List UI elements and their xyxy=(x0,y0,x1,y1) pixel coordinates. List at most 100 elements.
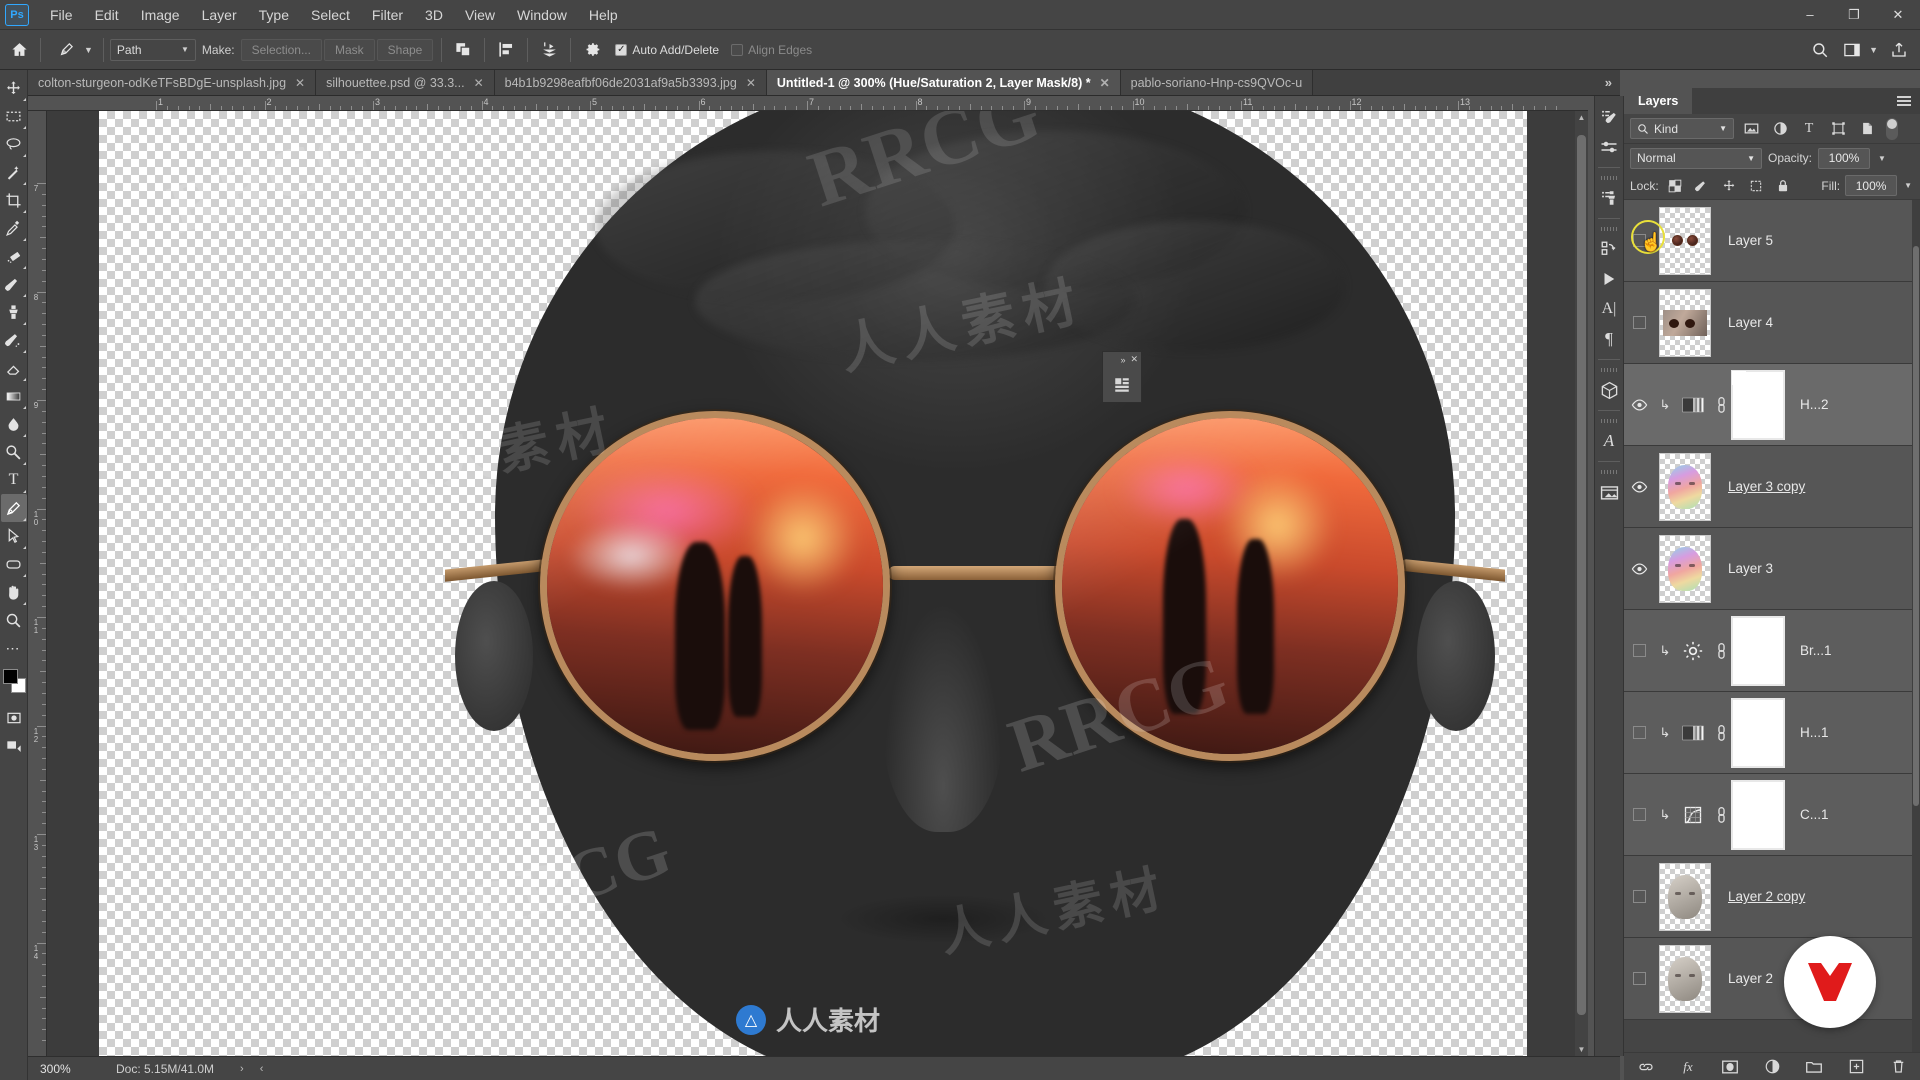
layer-row[interactable]: ☝ Layer 5 xyxy=(1624,200,1920,282)
history-brush-tool[interactable] xyxy=(1,326,27,354)
scroll-down-icon[interactable]: ▼ xyxy=(1575,1043,1588,1056)
layer-thumbnail-cell[interactable] xyxy=(1654,288,1716,357)
eyedropper-tool[interactable] xyxy=(1,214,27,242)
zoom-tool[interactable] xyxy=(1,606,27,634)
document-artboard[interactable]: RRCG RRCG 人人素材 人人素材 RRCG RRCG 人人素材 人人素材 … xyxy=(47,111,1569,1056)
layer-thumbnail-cell[interactable] xyxy=(1654,452,1716,521)
hand-tool[interactable] xyxy=(1,578,27,606)
new-group-icon[interactable] xyxy=(1804,1057,1824,1077)
rectangular-marquee-tool[interactable] xyxy=(1,102,27,130)
path-alignment-icon[interactable] xyxy=(491,36,521,64)
add-layer-mask-icon[interactable] xyxy=(1720,1057,1740,1077)
rectangle-tool[interactable] xyxy=(1,550,27,578)
tool-preset-picker[interactable]: ▼ xyxy=(47,36,97,64)
layer-thumbnail[interactable] xyxy=(1659,944,1711,1013)
menu-window[interactable]: Window xyxy=(506,3,578,27)
new-fill-adjustment-layer-icon[interactable] xyxy=(1762,1057,1782,1077)
menu-filter[interactable]: Filter xyxy=(361,3,414,27)
scrollbar-thumb[interactable] xyxy=(1577,135,1586,1015)
lasso-tool[interactable] xyxy=(1,130,27,158)
shape-layer-filter-icon[interactable] xyxy=(1826,118,1850,140)
close-icon[interactable]: ✕ xyxy=(474,76,484,90)
filter-toggle-switch[interactable] xyxy=(1886,117,1898,140)
glyphs-panel-icon[interactable]: A xyxy=(1595,426,1623,456)
lock-artboard-nesting-icon[interactable] xyxy=(1745,176,1767,196)
layer-thumbnail[interactable] xyxy=(1659,862,1711,931)
actions-panel-icon[interactable] xyxy=(1595,264,1623,294)
layer-name[interactable]: C...1 xyxy=(1784,807,1829,822)
layer-thumbnail-cell[interactable] xyxy=(1654,862,1716,931)
search-icon[interactable] xyxy=(1805,36,1835,64)
foreground-color-swatch[interactable] xyxy=(2,669,18,684)
libraries-panel-icon[interactable] xyxy=(1595,477,1623,507)
link-layers-icon[interactable] xyxy=(1636,1057,1656,1077)
layer-thumbnail[interactable] xyxy=(1659,534,1711,603)
status-next-icon[interactable]: › xyxy=(240,1063,244,1075)
menu-layer[interactable]: Layer xyxy=(191,3,248,27)
chevron-down-icon[interactable]: ▼ xyxy=(1876,154,1888,163)
maximize-button[interactable]: ❐ xyxy=(1832,0,1876,30)
layer-visibility-toggle[interactable] xyxy=(1624,808,1654,821)
layer-thumbnail-cell[interactable] xyxy=(1654,944,1716,1013)
collapse-icon[interactable]: » xyxy=(1120,355,1125,365)
layer-visibility-toggle[interactable] xyxy=(1624,562,1654,575)
document-tab-active[interactable]: Untitled-1 @ 300% (Hue/Saturation 2, Lay… xyxy=(766,70,1121,95)
scroll-up-icon[interactable]: ▲ xyxy=(1575,111,1588,124)
layer-name[interactable]: Layer 3 xyxy=(1716,561,1773,576)
quick-mask-icon[interactable] xyxy=(1,704,27,732)
delete-layer-icon[interactable] xyxy=(1888,1057,1908,1077)
layer-mask-thumbnail[interactable] xyxy=(1731,697,1785,768)
scrollbar-thumb[interactable] xyxy=(1913,246,1919,806)
lock-all-icon[interactable] xyxy=(1772,176,1794,196)
layer-visibility-toggle[interactable] xyxy=(1624,398,1654,411)
menu-image[interactable]: Image xyxy=(130,3,191,27)
clone-stamp-tool[interactable] xyxy=(1,298,27,326)
align-edges-checkbox[interactable]: Align Edges xyxy=(731,43,812,57)
menu-3d[interactable]: 3D xyxy=(414,3,454,27)
opacity-field[interactable]: 100% xyxy=(1818,147,1871,169)
paragraph-panel-icon[interactable]: ¶ xyxy=(1595,324,1623,354)
path-arrangement-icon[interactable] xyxy=(534,36,564,64)
brushes-panel-icon[interactable] xyxy=(1595,102,1623,132)
adjustment-layer-filter-icon[interactable] xyxy=(1768,118,1792,140)
menu-type[interactable]: Type xyxy=(248,3,300,27)
path-selection-tool[interactable] xyxy=(1,522,27,550)
foreground-background-color[interactable] xyxy=(1,668,27,698)
home-icon[interactable] xyxy=(4,36,34,64)
layer-mask-link-icon[interactable] xyxy=(1710,396,1732,413)
gear-icon[interactable] xyxy=(577,36,607,64)
minimize-button[interactable]: – xyxy=(1788,0,1832,30)
panel-grip[interactable] xyxy=(1601,227,1617,231)
layer-name[interactable]: H...1 xyxy=(1784,725,1829,740)
layer-mask-thumbnail[interactable] xyxy=(1731,779,1785,850)
dodge-tool[interactable] xyxy=(1,438,27,466)
edit-toolbar-button[interactable]: ⋯ xyxy=(1,634,27,662)
layer-thumbnail[interactable] xyxy=(1659,206,1711,275)
lock-image-pixels-icon[interactable] xyxy=(1691,176,1713,196)
spot-healing-brush-tool[interactable] xyxy=(1,242,27,270)
close-icon[interactable]: ✕ xyxy=(295,76,305,90)
floating-panel-body[interactable] xyxy=(1103,367,1141,402)
layer-visibility-toggle[interactable] xyxy=(1624,644,1654,657)
share-icon[interactable] xyxy=(1884,36,1914,64)
layer-visibility-toggle[interactable] xyxy=(1624,890,1654,903)
layer-visibility-toggle[interactable] xyxy=(1624,972,1654,985)
menu-file[interactable]: File xyxy=(39,3,84,27)
clone-source-panel-icon[interactable] xyxy=(1595,183,1623,213)
menu-view[interactable]: View xyxy=(454,3,506,27)
floating-collapsed-panel[interactable]: » ✕ xyxy=(1102,351,1142,403)
chevron-down-icon[interactable]: ▼ xyxy=(1869,45,1882,55)
close-icon[interactable]: ✕ xyxy=(1130,354,1138,365)
document-tab[interactable]: b4b1b9298eafbf06de2031af9a5b3393.jpg ✕ xyxy=(494,70,767,95)
layer-row[interactable]: ↳ C...1 xyxy=(1624,774,1920,856)
layer-style-icon[interactable]: fx xyxy=(1678,1057,1698,1077)
menu-edit[interactable]: Edit xyxy=(84,3,130,27)
layer-row[interactable]: ↳ H...2 xyxy=(1624,364,1920,446)
3d-panel-icon[interactable] xyxy=(1595,375,1623,405)
chevron-down-icon[interactable]: ▼ xyxy=(84,45,93,55)
layer-mask-thumbnail[interactable] xyxy=(1731,615,1785,686)
make-shape-button[interactable]: Shape xyxy=(376,38,434,61)
path-mode-select[interactable]: Path ▼ xyxy=(109,38,196,61)
curves-icon[interactable] xyxy=(1676,805,1710,825)
close-button[interactable]: ✕ xyxy=(1876,0,1920,30)
